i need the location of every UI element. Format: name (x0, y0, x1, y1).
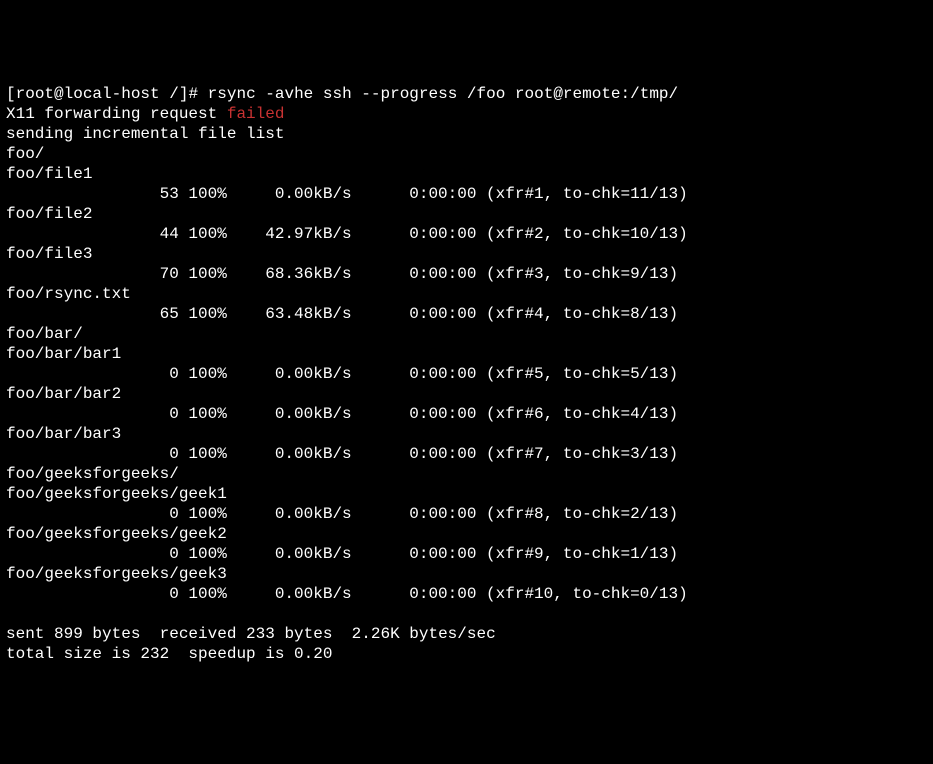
progress-line: 70 100%68.36kB/s0:00:00(xfr#3, to-chk=9/… (6, 264, 927, 284)
summary-total: total size is 232 speedup is 0.20 (6, 644, 927, 664)
col-size: 0 (6, 404, 179, 424)
col-size: 44 (6, 224, 179, 244)
col-pct: 100% (179, 224, 227, 244)
prompt-close: ]# (179, 85, 208, 103)
progress-line: 65 100%63.48kB/s0:00:00(xfr#4, to-chk=8/… (6, 304, 927, 324)
progress-line: 0 100%0.00kB/s0:00:00(xfr#7, to-chk=3/13… (6, 444, 927, 464)
progress-line: 0 100%0.00kB/s0:00:00(xfr#9, to-chk=1/13… (6, 544, 927, 564)
x11-line: X11 forwarding request failed (6, 104, 927, 124)
col-size: 0 (6, 584, 179, 604)
col-xfr: (xfr#8, to-chk=2/13) (476, 504, 678, 524)
col-xfr: (xfr#5, to-chk=5/13) (476, 364, 678, 384)
file-entry: foo/rsync.txt (6, 284, 927, 304)
file-entry: foo/geeksforgeeks/geek2 (6, 524, 927, 544)
col-rate: 68.36kB/s (227, 264, 352, 284)
col-time: 0:00:00 (352, 544, 477, 564)
col-xfr: (xfr#6, to-chk=4/13) (476, 404, 678, 424)
col-size: 53 (6, 184, 179, 204)
command-text: rsync -avhe ssh --progress /foo root@rem… (208, 85, 678, 103)
file-entry: foo/file2 (6, 204, 927, 224)
col-rate: 0.00kB/s (227, 404, 352, 424)
col-pct: 100% (179, 364, 227, 384)
progress-line: 0 100%0.00kB/s0:00:00(xfr#10, to-chk=0/1… (6, 584, 927, 604)
file-entry: foo/geeksforgeeks/geek1 (6, 484, 927, 504)
col-pct: 100% (179, 184, 227, 204)
col-time: 0:00:00 (352, 444, 477, 464)
col-time: 0:00:00 (352, 404, 477, 424)
col-size: 70 (6, 264, 179, 284)
progress-line: 0 100%0.00kB/s0:00:00(xfr#6, to-chk=4/13… (6, 404, 927, 424)
file-entry: foo/geeksforgeeks/geek3 (6, 564, 927, 584)
col-size: 65 (6, 304, 179, 324)
col-xfr: (xfr#1, to-chk=11/13) (476, 184, 687, 204)
x11-prefix: X11 forwarding request (6, 105, 227, 123)
col-pct: 100% (179, 584, 227, 604)
progress-line: 44 100%42.97kB/s0:00:00(xfr#2, to-chk=10… (6, 224, 927, 244)
prompt-user: root@local-host (16, 85, 160, 103)
col-pct: 100% (179, 444, 227, 464)
prompt-path: / (160, 85, 179, 103)
col-time: 0:00:00 (352, 264, 477, 284)
blank-line (6, 604, 927, 624)
file-entry: foo/file3 (6, 244, 927, 264)
col-time: 0:00:00 (352, 224, 477, 244)
file-entry: foo/bar/bar1 (6, 344, 927, 364)
col-rate: 0.00kB/s (227, 184, 352, 204)
file-entry: foo/bar/bar3 (6, 424, 927, 444)
col-xfr: (xfr#4, to-chk=8/13) (476, 304, 678, 324)
col-time: 0:00:00 (352, 184, 477, 204)
col-xfr: (xfr#7, to-chk=3/13) (476, 444, 678, 464)
file-entry: foo/file1 (6, 164, 927, 184)
dir-entry: foo/ (6, 144, 927, 164)
col-time: 0:00:00 (352, 584, 477, 604)
col-time: 0:00:00 (352, 504, 477, 524)
col-size: 0 (6, 364, 179, 384)
x11-status: failed (227, 105, 285, 123)
col-pct: 100% (179, 404, 227, 424)
col-pct: 100% (179, 264, 227, 284)
col-rate: 42.97kB/s (227, 224, 352, 244)
col-time: 0:00:00 (352, 364, 477, 384)
dir-entry: foo/geeksforgeeks/ (6, 464, 927, 484)
col-size: 0 (6, 444, 179, 464)
file-entry: foo/bar/bar2 (6, 384, 927, 404)
dir-entry: foo/bar/ (6, 324, 927, 344)
col-xfr: (xfr#2, to-chk=10/13) (476, 224, 687, 244)
col-rate: 0.00kB/s (227, 544, 352, 564)
progress-line: 0 100%0.00kB/s0:00:00(xfr#5, to-chk=5/13… (6, 364, 927, 384)
col-rate: 0.00kB/s (227, 504, 352, 524)
col-pct: 100% (179, 304, 227, 324)
progress-line: 53 100%0.00kB/s0:00:00(xfr#1, to-chk=11/… (6, 184, 927, 204)
col-size: 0 (6, 544, 179, 564)
col-xfr: (xfr#3, to-chk=9/13) (476, 264, 678, 284)
col-pct: 100% (179, 544, 227, 564)
col-size: 0 (6, 504, 179, 524)
col-rate: 0.00kB/s (227, 364, 352, 384)
col-rate: 0.00kB/s (227, 444, 352, 464)
sending-line: sending incremental file list (6, 124, 927, 144)
prompt-open: [ (6, 85, 16, 103)
col-pct: 100% (179, 504, 227, 524)
summary-sent: sent 899 bytes received 233 bytes 2.26K … (6, 624, 927, 644)
prompt-line: [root@local-host /]# rsync -avhe ssh --p… (6, 84, 927, 104)
col-rate: 63.48kB/s (227, 304, 352, 324)
progress-line: 0 100%0.00kB/s0:00:00(xfr#8, to-chk=2/13… (6, 504, 927, 524)
col-xfr: (xfr#10, to-chk=0/13) (476, 584, 687, 604)
col-time: 0:00:00 (352, 304, 477, 324)
col-rate: 0.00kB/s (227, 584, 352, 604)
terminal-output: [root@local-host /]# rsync -avhe ssh --p… (6, 84, 927, 664)
col-xfr: (xfr#9, to-chk=1/13) (476, 544, 678, 564)
